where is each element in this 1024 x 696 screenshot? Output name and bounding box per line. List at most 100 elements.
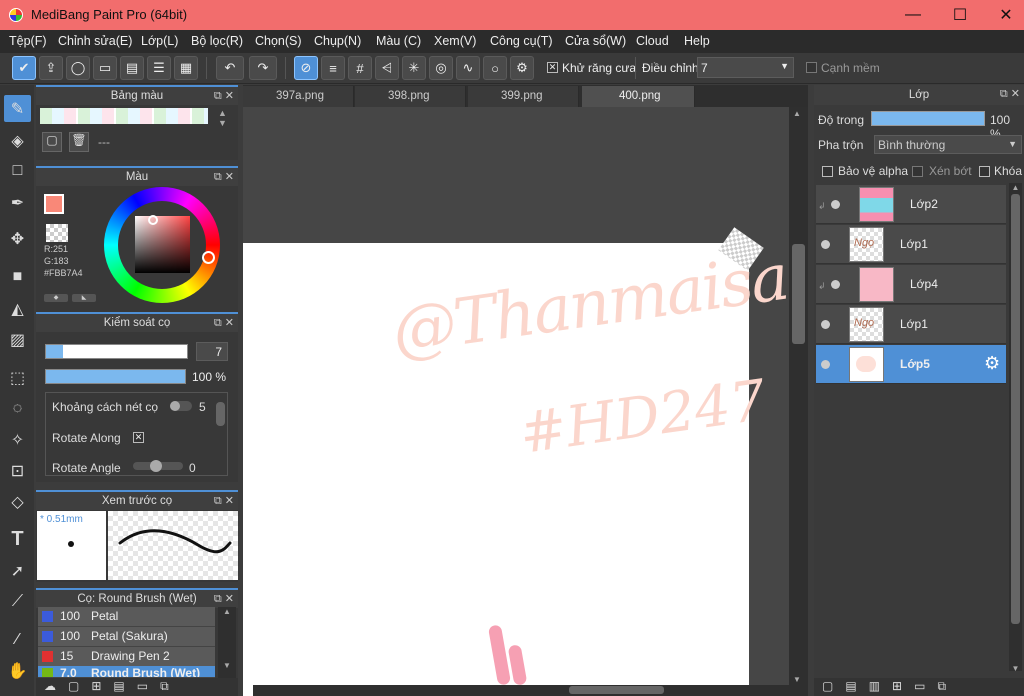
visibility-eye-icon[interactable] <box>821 320 830 329</box>
operation-tool-icon[interactable]: ➚ <box>4 557 31 584</box>
brush-size-field[interactable]: 7 <box>196 342 228 361</box>
brush-opacity-slider[interactable] <box>45 369 186 384</box>
float-close-icon[interactable]: ⧉ ✕ <box>214 592 234 606</box>
visibility-eye-icon[interactable] <box>821 360 830 369</box>
brush-list-item-selected[interactable]: 7.0 Round Brush (Wet) <box>38 666 215 678</box>
cloud-download-icon[interactable]: ☁ <box>44 679 68 693</box>
vertical-scrollbar[interactable]: ▲ ▼ <box>789 107 808 696</box>
menu-edit[interactable]: Chỉnh sửa(E) <box>58 34 132 48</box>
brush-size-slider[interactable] <box>45 344 188 359</box>
layers-toolbar[interactable]: ▢▤▥⊞▭⧉ <box>814 678 1024 696</box>
duplicate-layer-icon[interactable]: ⧉ <box>937 679 958 693</box>
page-list-icon[interactable]: ☰ <box>147 56 171 80</box>
layer-row[interactable]: ↲ Lớp2 <box>816 185 1006 224</box>
select-eraser-tool-icon[interactable]: ◇ <box>4 488 31 515</box>
scroll-up-icon[interactable]: ▲ <box>793 109 801 118</box>
scroll-thumb[interactable] <box>1011 194 1020 624</box>
folder-icon[interactable]: ▭ <box>914 679 937 693</box>
radial-snap-icon[interactable]: ✳ <box>402 56 426 80</box>
brush-settings-icon[interactable]: ▤ <box>113 679 136 693</box>
menu-file[interactable]: Tệp(F) <box>9 34 47 48</box>
curve-snap-icon[interactable]: ∿ <box>456 56 480 80</box>
fill-rect-tool-icon[interactable]: ■ <box>4 263 31 290</box>
new-layer-icon[interactable]: ▢ <box>822 679 845 693</box>
options-scrollbar[interactable] <box>216 402 225 426</box>
eyedropper-tool-icon[interactable]: ⁄ <box>4 626 31 653</box>
undo-icon[interactable]: ↶ <box>216 56 244 80</box>
drawing-canvas[interactable]: @Thanmaisa #HD247 <box>243 227 789 696</box>
menu-filter[interactable]: Bộ lọc(R) <box>191 34 243 48</box>
tab-399[interactable]: 399.png <box>468 86 579 107</box>
visibility-eye-icon[interactable] <box>821 240 830 249</box>
visibility-eye-icon[interactable] <box>831 200 840 209</box>
protect-alpha-checkbox[interactable] <box>822 166 833 177</box>
menu-snap[interactable]: Chụp(N) <box>314 34 361 48</box>
circle-snap-icon[interactable]: ◎ <box>429 56 453 80</box>
color-add-icon[interactable]: ◆ <box>44 294 68 302</box>
layer-opacity-slider[interactable] <box>871 111 985 126</box>
menu-select[interactable]: Chọn(S) <box>255 34 302 48</box>
float-close-icon[interactable]: ⧉ ✕ <box>214 170 234 184</box>
blend-mode-select[interactable]: Bình thường ▼ <box>874 135 1022 154</box>
visibility-eye-icon[interactable] <box>831 280 840 289</box>
primary-color-swatch[interactable] <box>44 194 64 214</box>
antialias-checkbox[interactable]: ✕ <box>547 62 558 73</box>
scroll-thumb[interactable] <box>792 244 805 344</box>
rectangle-tool-icon[interactable]: □ <box>4 157 31 184</box>
hue-picker-handle[interactable] <box>202 251 215 264</box>
cloud-check-icon[interactable]: ✔ <box>12 56 36 80</box>
adjust-select[interactable]: 7 ▼ <box>697 57 794 78</box>
lock-checkbox[interactable] <box>979 166 990 177</box>
tab-398[interactable]: 398.png <box>355 86 466 107</box>
rotate-along-checkbox[interactable]: ✕ <box>133 432 144 443</box>
menu-tools[interactable]: Công cụ(T) <box>490 34 553 48</box>
float-close-icon[interactable]: ⧉ ✕ <box>214 316 234 330</box>
layer-row-selected[interactable]: Lớp5 ⚙ <box>816 345 1006 384</box>
divide-tool-icon[interactable]: ⟋ <box>4 588 31 615</box>
add-layer-icon[interactable]: ⊞ <box>892 679 914 693</box>
bucket-tool-icon[interactable]: ◭ <box>4 295 31 322</box>
speech-bubble-icon[interactable]: ◯ <box>66 56 90 80</box>
scroll-down-icon[interactable]: ▼ <box>1009 664 1022 673</box>
redo-icon[interactable]: ↷ <box>249 56 277 80</box>
clip-checkbox[interactable] <box>912 166 923 177</box>
transparent-color-swatch[interactable] <box>46 224 68 242</box>
new-palette-icon[interactable]: ▢ <box>42 132 62 152</box>
trash-icon[interactable]: 🗑 <box>69 132 89 152</box>
text-tool-icon[interactable]: T <box>4 526 31 553</box>
select-rect-tool-icon[interactable]: ⬚ <box>4 364 31 391</box>
cross-snap-icon[interactable]: # <box>348 56 372 80</box>
layer-settings-gear-icon[interactable]: ⚙ <box>984 353 1000 374</box>
float-close-icon[interactable]: ⧉ ✕ <box>214 494 234 508</box>
document-icon[interactable]: ▤ <box>120 56 144 80</box>
brush-list-scrollbar[interactable]: ▲ ▼ <box>218 607 236 678</box>
color-picker-icon[interactable]: ◣ <box>72 294 96 302</box>
ellipse-snap-icon[interactable]: ○ <box>483 56 507 80</box>
menu-help[interactable]: Help <box>684 34 710 48</box>
comment-icon[interactable]: ▭ <box>93 56 117 80</box>
select-pen-tool-icon[interactable]: ⊡ <box>4 457 31 484</box>
add-brush-icon[interactable]: ⊞ <box>91 679 113 693</box>
parallel-snap-icon[interactable]: ≡ <box>321 56 345 80</box>
close-button[interactable]: ✕ <box>983 0 1024 30</box>
float-close-icon[interactable]: ⧉ ✕ <box>214 89 234 103</box>
lasso-tool-icon[interactable]: ◌ <box>4 395 31 422</box>
folder-icon[interactable]: ▭ <box>137 679 160 693</box>
menu-layer[interactable]: Lớp(L) <box>141 34 178 48</box>
soft-edge-checkbox[interactable] <box>806 62 817 73</box>
pen-tool-icon[interactable]: ✒ <box>4 189 31 216</box>
move-tool-icon[interactable]: ✥ <box>4 225 31 252</box>
sv-picker-handle[interactable] <box>148 215 158 225</box>
float-close-icon[interactable]: ⧉ ✕ <box>1000 87 1020 101</box>
hand-tool-icon[interactable]: ✋ <box>4 657 31 684</box>
scroll-up-icon[interactable]: ▲ <box>1009 183 1022 192</box>
horizontal-scrollbar[interactable] <box>253 685 789 696</box>
maximize-button[interactable]: ☐ <box>937 0 983 30</box>
minimize-button[interactable]: — <box>890 0 936 30</box>
tab-400[interactable]: 400.png <box>582 86 695 107</box>
menu-color[interactable]: Màu (C) <box>376 34 421 48</box>
layer-row[interactable]: ↲ Lớp4 <box>816 265 1006 304</box>
duplicate-icon[interactable]: ⧉ <box>160 679 181 693</box>
palette-scroll-icon[interactable]: ▲ ▼ <box>218 108 227 128</box>
settings-gear-icon[interactable]: ⚙ <box>510 56 534 80</box>
